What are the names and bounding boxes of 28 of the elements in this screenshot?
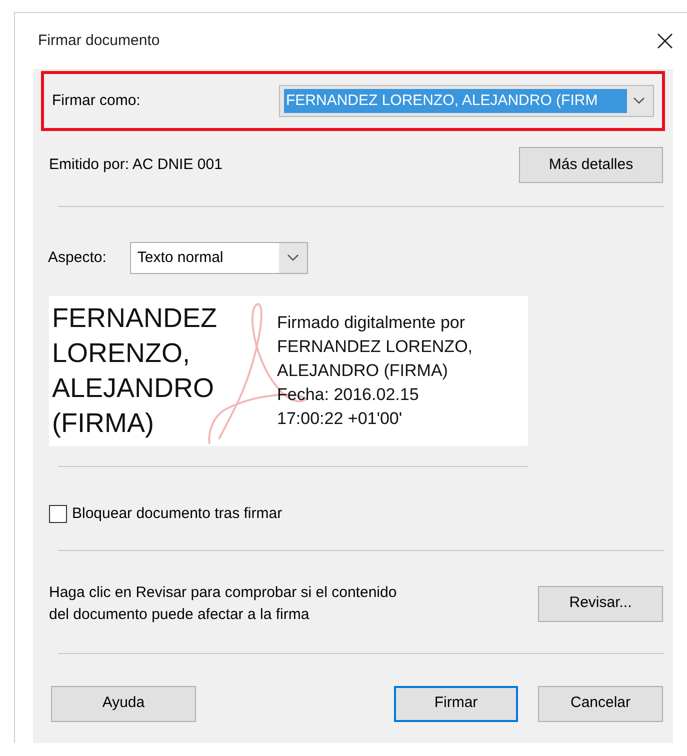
signature-detail-line: Firmado digitalmente por <box>277 312 466 334</box>
signer-name-line: (FIRMA) <box>52 407 155 440</box>
signer-name-line: ALEJANDRO <box>52 372 216 405</box>
signer-name-line: LORENZO, <box>52 337 192 370</box>
lock-checkbox[interactable] <box>49 505 67 524</box>
review-text: del documento puede afectar a la firma <box>49 604 310 624</box>
sign-as-label: Firmar como: <box>52 90 140 111</box>
chevron-down-icon <box>287 254 300 262</box>
selected-certificate: FERNANDEZ LORENZO, ALEJANDRO (FIRM <box>284 89 627 113</box>
lock-label: Bloquear documento tras firmar <box>72 504 282 524</box>
appearance-select[interactable]: Texto normal <box>130 242 308 274</box>
review-text: Haga clic en Revisar para comprobar si el contenido <box>49 582 397 602</box>
dialog-button[interactable]: Firmar <box>394 686 518 722</box>
dialog-button[interactable]: Ayuda <box>51 686 196 722</box>
signature-detail-line: Fecha: 2016.02.15 <box>277 384 420 406</box>
dialog-button[interactable]: Cancelar <box>538 686 663 722</box>
signature-detail-line: FERNANDEZ LORENZO, <box>277 336 473 358</box>
chevron-down-icon <box>633 97 645 105</box>
appearance-label: Aspecto: <box>48 248 106 268</box>
signature-detail-line: ALEJANDRO (FIRMA) <box>277 360 449 382</box>
window-title: Firmar documento <box>38 30 160 51</box>
signature-detail-line: 17:00:22 +01'00' <box>277 408 404 430</box>
close-icon[interactable] <box>657 33 673 49</box>
issuer-text: Emitido por: AC DNIE 001 <box>49 154 222 175</box>
appearance-value: Texto normal <box>131 243 280 273</box>
review-button[interactable]: Revisar... <box>538 586 663 622</box>
more-details-button[interactable]: Más detalles <box>519 147 663 183</box>
signer-name-line: FERNANDEZ <box>52 302 218 335</box>
